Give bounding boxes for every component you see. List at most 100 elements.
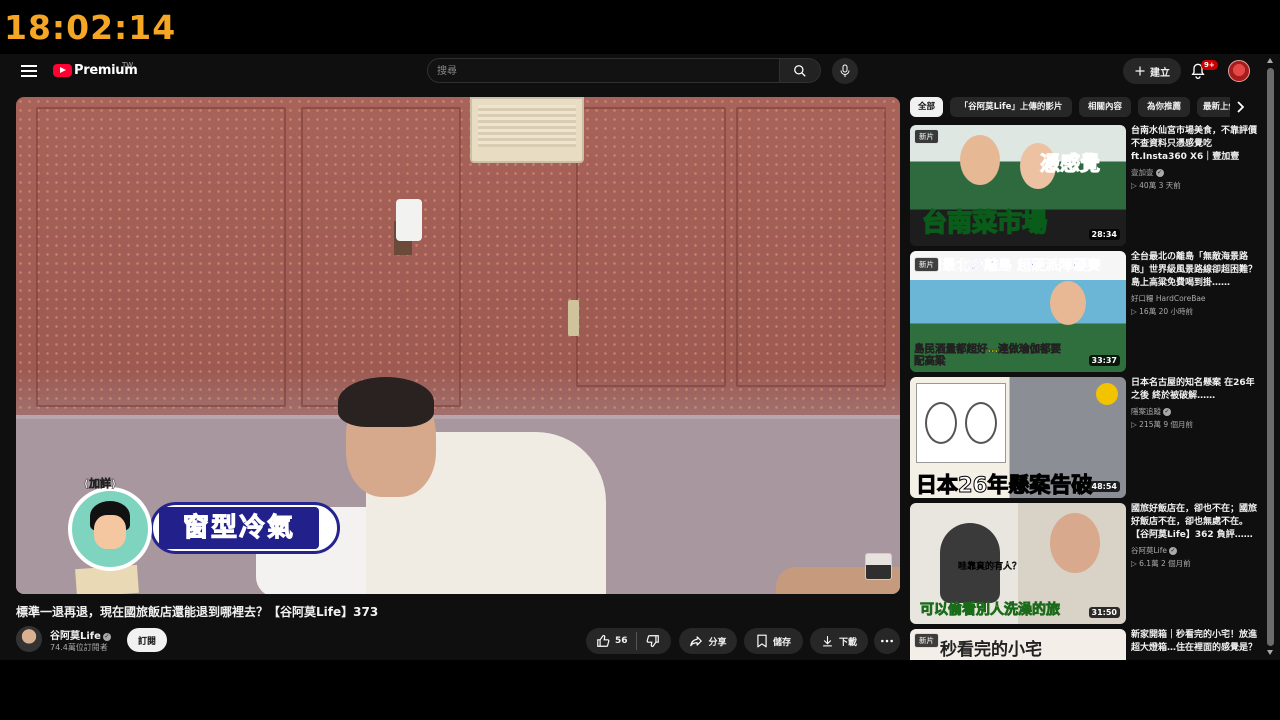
like-button[interactable]: 56 xyxy=(596,634,636,648)
recommendation-thumbnail[interactable]: 日本26年懸案告破 48:54 xyxy=(910,377,1126,498)
channel-avatar[interactable] xyxy=(16,626,42,652)
caption-tag: (加詳) xyxy=(84,477,117,491)
chip-recommended[interactable]: 為你推薦 xyxy=(1138,97,1190,117)
search-icon xyxy=(794,64,806,77)
recommendation-thumbnail[interactable]: 哇靠真的有人？ 可以偷看別人洗澡的旅 31:50 xyxy=(910,503,1126,624)
person-hair xyxy=(338,377,434,427)
notification-badge: 9+ xyxy=(1201,60,1218,70)
thumb-sketch xyxy=(916,383,1006,463)
recommendation-thumbnail[interactable]: 憑感覺 台南菜市場 新片 28:34 xyxy=(910,125,1126,246)
recommendation-channel-name: 隱案追蹤 xyxy=(1131,407,1161,416)
duration-badge: 31:50 xyxy=(1088,607,1120,618)
thumb-face xyxy=(1050,281,1086,325)
recommendation-meta: ▷ 40萬 3 天前 xyxy=(1131,181,1181,190)
verified-icon: ✓ xyxy=(1169,547,1178,555)
search-input[interactable] xyxy=(428,60,779,83)
new-badge: 新片 xyxy=(914,633,939,648)
youtube-app: Premium TW 建立 9+ xyxy=(0,54,1280,660)
account-avatar[interactable] xyxy=(1228,60,1250,82)
video-player[interactable]: 窗型冷氣 (加詳) xyxy=(16,97,900,594)
channel-name[interactable]: 谷阿莫Life ✓ xyxy=(50,627,111,642)
thumb-caption: 台南菜市場 xyxy=(921,207,1048,238)
recommendation-channel[interactable]: 壹加壹 ✓ xyxy=(1131,167,1164,178)
scrollbar-thumb[interactable] xyxy=(1267,68,1274,646)
download-label: 下載 xyxy=(838,637,857,648)
thumb-face xyxy=(960,135,1000,185)
dislike-icon xyxy=(646,635,659,647)
wall-lamp xyxy=(396,199,422,241)
share-label: 分享 xyxy=(708,637,727,648)
recommendation-item[interactable]: 秒看完的小宅 新片 新家開箱｜秒看完的小宅！放進超大燈箱…住在裡面的感覺是？ xyxy=(910,629,1260,660)
duration-badge: 28:34 xyxy=(1088,229,1120,240)
recommendation-thumbnail[interactable]: 秒看完的小宅 新片 xyxy=(910,629,1126,660)
recommendation-item[interactable]: 日本26年懸案告破 48:54 日本名古屋的知名懸案 在26年之後 終於被破解…… xyxy=(910,377,1260,499)
recommendation-item[interactable]: 台灣最北の離島 超硬派障礙賽 島民酒量都超好…連做瑜伽都要配高粱 新片 33:3… xyxy=(910,251,1260,373)
new-badge: 新片 xyxy=(914,129,939,144)
share-icon xyxy=(690,636,703,647)
recommendation-meta: ▷ 6.1萬 2 個月前 xyxy=(1131,559,1191,568)
recommendation-channel[interactable]: 好口糧 HardCoreBae xyxy=(1131,293,1206,304)
wall-panel xyxy=(736,107,886,387)
youtube-logo-icon xyxy=(53,64,72,77)
search-button[interactable] xyxy=(780,58,821,83)
filter-chips: 全部 「谷阿莫Life」上傳的影片 相關內容 為你推薦 最新上傳 xyxy=(910,97,1250,117)
thumb-caption: 島民酒量都超好…連做瑜伽都要配高粱 xyxy=(914,343,1062,368)
recommendation-channel[interactable]: 谷阿莫Life ✓ xyxy=(1131,545,1178,556)
recommendation-title[interactable]: 國旅好飯店在，卻也不在；國旅好飯店不在，卻也無處不在。【谷阿莫Life】362 … xyxy=(1131,503,1257,542)
create-button[interactable]: 建立 xyxy=(1123,58,1181,84)
thumb-caption: 秒看完的小宅 xyxy=(940,640,1042,660)
thumb-caption-secondary: 哇靠真的有人？ xyxy=(958,562,1022,572)
duration-badge: 33:37 xyxy=(1088,355,1120,366)
wall-panel xyxy=(576,107,726,387)
thumb-sketch-face xyxy=(965,402,997,444)
recommendation-title[interactable]: 新家開箱｜秒看完的小宅！放進超大燈箱…住在裡面的感覺是？ xyxy=(1131,629,1257,655)
mic-icon xyxy=(840,64,850,77)
voice-search-button[interactable] xyxy=(832,58,858,84)
verified-icon: ✓ xyxy=(1155,169,1164,177)
caption-text: 窗型冷氣 xyxy=(159,507,319,549)
recommendation-item[interactable]: 憑感覺 台南菜市場 新片 28:34 台南水仙宮市場美食，不靠評價不查資料只憑感… xyxy=(910,125,1260,247)
share-button[interactable]: 分享 xyxy=(679,628,737,654)
chip-related[interactable]: 相關內容 xyxy=(1079,97,1131,117)
download-button[interactable]: 下載 xyxy=(810,628,868,654)
like-icon xyxy=(597,635,610,647)
more-icon xyxy=(881,639,893,643)
recommendation-item[interactable]: 哇靠真的有人？ 可以偷看別人洗澡的旅 31:50 國旅好飯店在，卻也不在；國旅好… xyxy=(910,503,1260,625)
verified-icon: ✓ xyxy=(102,633,111,641)
create-label: 建立 xyxy=(1150,67,1170,79)
recommendation-title[interactable]: 全台最北の離島「無敵海景路跑」世界級風景路線卻超困難？島上高粱免費喝到掛…… xyxy=(1131,251,1257,290)
scroll-down-arrow-icon[interactable] xyxy=(1267,650,1273,655)
recommendation-meta: ▷ 215萬 9 個月前 xyxy=(1131,420,1194,429)
recommendation-channel[interactable]: 隱案追蹤 ✓ xyxy=(1131,406,1171,417)
save-button[interactable]: 儲存 xyxy=(744,628,803,654)
thumb-caption: 可以偷看別人洗澡的旅 xyxy=(920,602,1061,619)
plus-icon xyxy=(1135,66,1145,76)
channel-watermark[interactable] xyxy=(865,553,892,580)
more-actions-button[interactable] xyxy=(874,628,900,654)
clock-overlay: 18:02:14 xyxy=(4,8,177,47)
scroll-up-arrow-icon[interactable] xyxy=(1267,58,1273,63)
recommendation-channel-name: 壹加壹 xyxy=(1131,168,1154,177)
recommendation-channel-name: 谷阿莫Life xyxy=(1131,546,1168,555)
video-title: 標準一退再退，現在國旅飯店還能退到哪裡去？【谷阿莫Life】373 xyxy=(16,605,379,619)
recommendation-thumbnail[interactable]: 台灣最北の離島 超硬派障礙賽 島民酒量都超好…連做瑜伽都要配高粱 新片 33:3… xyxy=(910,251,1126,372)
recommendation-title[interactable]: 日本名古屋的知名懸案 在26年之後 終於被破解…… xyxy=(1131,377,1257,403)
subscriber-count: 74.4萬位訂閱者 xyxy=(50,643,108,652)
chevron-right-icon xyxy=(1237,101,1244,113)
chips-next-button[interactable] xyxy=(1230,97,1250,117)
new-badge: 新片 xyxy=(914,257,939,272)
subscribe-button[interactable]: 訂閱 xyxy=(127,628,167,652)
verified-icon: ✓ xyxy=(1163,408,1171,416)
save-icon xyxy=(757,634,767,648)
save-label: 儲存 xyxy=(772,637,791,648)
recommendation-title[interactable]: 台南水仙宮市場美食，不靠評價不查資料只憑感覺吃 ft.Insta360 X6｜壹… xyxy=(1131,125,1257,164)
dislike-button[interactable] xyxy=(637,634,660,648)
chip-all[interactable]: 全部 xyxy=(910,97,943,117)
chip-channel-uploads[interactable]: 「谷阿莫Life」上傳的影片 xyxy=(950,97,1072,117)
duration-badge: 48:54 xyxy=(1088,481,1120,492)
air-conditioner xyxy=(470,97,584,163)
wall-panel xyxy=(301,107,461,407)
menu-icon[interactable] xyxy=(19,63,39,79)
region-code: TW xyxy=(122,61,134,69)
thumb-face xyxy=(1050,513,1100,573)
